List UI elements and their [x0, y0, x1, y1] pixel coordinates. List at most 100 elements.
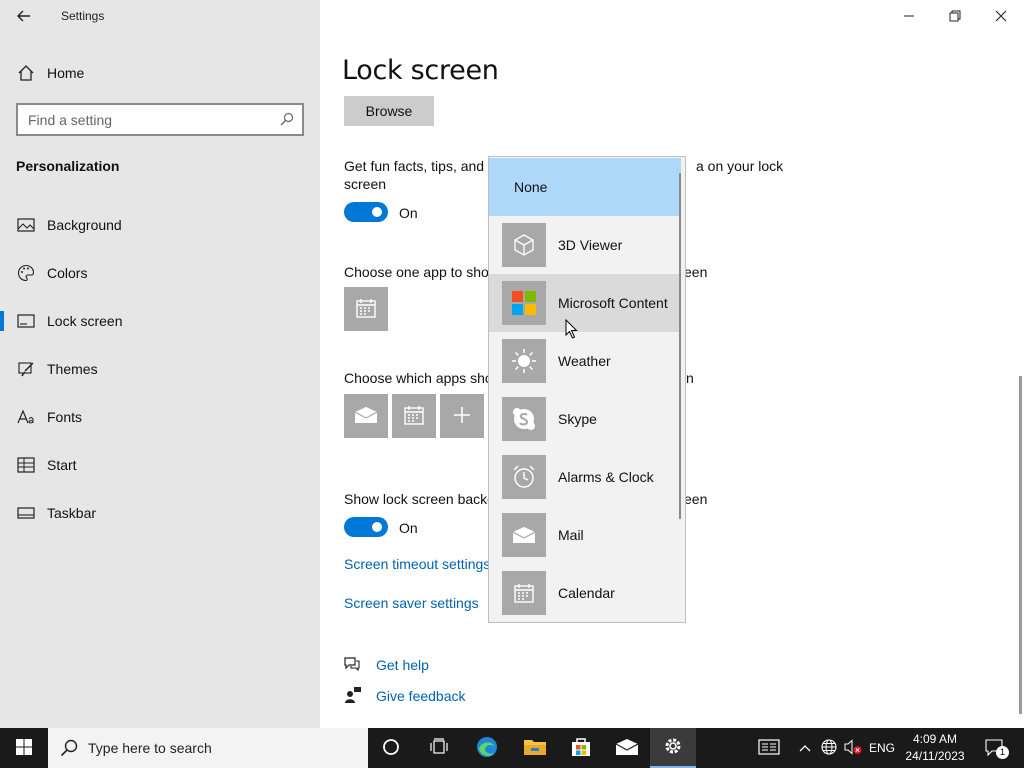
- flyout-scrollbar[interactable]: [679, 173, 681, 519]
- skype-icon: [502, 397, 546, 441]
- start-grid-icon: [16, 455, 36, 475]
- flyout-item-label: Skype: [558, 411, 597, 427]
- fun-facts-toggle[interactable]: [344, 202, 388, 222]
- flyout-item-label: None: [514, 179, 548, 195]
- detailed-status-app-tile[interactable]: [344, 287, 388, 331]
- notification-icon: 1: [985, 739, 1009, 759]
- back-arrow-icon[interactable]: [10, 6, 38, 26]
- action-center-button[interactable]: 1: [978, 728, 1012, 768]
- browse-button[interactable]: Browse: [344, 96, 434, 126]
- font-icon: [16, 407, 36, 427]
- cortana-icon: [382, 738, 400, 759]
- news-tray-button[interactable]: [752, 728, 786, 768]
- quick-status-mail-tile[interactable]: [344, 394, 388, 438]
- start-button[interactable]: [0, 728, 48, 768]
- quick-status-add-tile[interactable]: [440, 394, 484, 438]
- flyout-item-skype[interactable]: Skype: [489, 390, 681, 448]
- restore-button[interactable]: [932, 0, 978, 32]
- show-hidden-icons-button[interactable]: [794, 728, 816, 768]
- minimize-button[interactable]: [886, 0, 932, 32]
- sidebar-item-background[interactable]: Background: [0, 205, 320, 245]
- mail-icon: [354, 406, 378, 427]
- screen-saver-link[interactable]: Screen saver settings: [344, 595, 479, 611]
- volume-tray-button[interactable]: [842, 728, 864, 768]
- brush-icon: [16, 359, 36, 379]
- flyout-item-none[interactable]: None: [489, 158, 681, 216]
- feedback-icon: [344, 686, 362, 707]
- show-background-toggle-label: On: [399, 520, 418, 536]
- sidebar-item-colors[interactable]: Colors: [0, 253, 320, 293]
- flyout-item-label: Weather: [558, 353, 611, 369]
- task-view-button[interactable]: [416, 728, 462, 768]
- flyout-item-3d-viewer[interactable]: 3D Viewer: [489, 216, 681, 274]
- fun-facts-text: Get fun facts, tips, and m: [344, 158, 500, 174]
- sidebar: Settings Home Personalization Background…: [0, 0, 320, 728]
- volume-muted-icon: [844, 738, 862, 758]
- lock-screen-icon: [16, 311, 36, 331]
- cortana-button[interactable]: [368, 728, 414, 768]
- get-help-link[interactable]: Get help: [376, 657, 429, 673]
- flyout-item-label: Mail: [558, 527, 584, 543]
- gear-icon: [662, 735, 684, 760]
- task-view-icon: [429, 737, 449, 759]
- search-input[interactable]: [28, 111, 268, 128]
- flyout-item-alarms-clock[interactable]: Alarms & Clock: [489, 448, 681, 506]
- window-controls: [886, 0, 1024, 32]
- language-indicator[interactable]: ENG: [866, 728, 898, 768]
- folder-icon: [523, 737, 547, 760]
- taskbar-search-placeholder: Type here to search: [88, 740, 212, 756]
- file-explorer-taskbar-button[interactable]: [512, 728, 558, 768]
- store-icon: [570, 736, 592, 761]
- sidebar-item-label: Fonts: [47, 409, 83, 425]
- one-app-text: Choose one app to sho: [344, 264, 489, 280]
- one-app-text-continued: een: [684, 264, 708, 280]
- taskbar-search-box[interactable]: Type here to search: [48, 728, 368, 768]
- network-tray-button[interactable]: [818, 728, 840, 768]
- fun-facts-toggle-label: On: [399, 205, 418, 221]
- give-feedback-link[interactable]: Give feedback: [376, 688, 466, 704]
- settings-taskbar-button[interactable]: [650, 728, 696, 768]
- sidebar-item-label: Lock screen: [47, 313, 123, 329]
- search-icon[interactable]: [280, 112, 294, 129]
- cube-icon: [502, 223, 546, 267]
- flyout-item-label: Calendar: [558, 585, 615, 601]
- sidebar-item-fonts[interactable]: Fonts: [0, 397, 320, 437]
- page-title: Lock screen: [342, 55, 499, 86]
- edge-icon: [475, 735, 499, 762]
- flyout-item-label: Alarms & Clock: [558, 469, 654, 485]
- sidebar-item-label: Themes: [47, 361, 98, 377]
- sidebar-item-lock-screen[interactable]: Lock screen: [0, 301, 320, 341]
- show-background-toggle[interactable]: [344, 517, 388, 537]
- quick-status-calendar-tile[interactable]: [392, 394, 436, 438]
- mail-icon: [615, 738, 639, 759]
- sidebar-item-label: Taskbar: [47, 505, 97, 521]
- main-scrollbar[interactable]: [1019, 376, 1022, 714]
- sidebar-item-label: Background: [47, 217, 122, 233]
- show-background-text-continued: een: [684, 491, 708, 507]
- sidebar-item-themes[interactable]: Themes: [0, 349, 320, 389]
- clock-date: 24/11/2023: [905, 749, 965, 763]
- microsoft-logo-icon: [502, 281, 546, 325]
- close-button[interactable]: [978, 0, 1024, 32]
- fun-facts-text-line2: screen: [344, 176, 387, 192]
- screen-timeout-link[interactable]: Screen timeout settings: [344, 556, 490, 572]
- flyout-item-weather[interactable]: Weather: [489, 332, 681, 390]
- store-taskbar-button[interactable]: [558, 728, 604, 768]
- sidebar-item-home[interactable]: Home: [0, 53, 320, 93]
- sidebar-item-start[interactable]: Start: [0, 445, 320, 485]
- flyout-item-calendar[interactable]: Calendar: [489, 564, 681, 622]
- sidebar-item-taskbar[interactable]: Taskbar: [0, 493, 320, 533]
- sidebar-item-label: Home: [47, 65, 85, 81]
- sidebar-item-label: Colors: [47, 265, 88, 281]
- taskbar-clock[interactable]: 4:09 AM 24/11/2023: [900, 731, 970, 765]
- flyout-item-mail[interactable]: Mail: [489, 506, 681, 564]
- calendar-icon: [355, 297, 377, 322]
- flyout-item-label: 3D Viewer: [558, 237, 623, 253]
- calendar-icon: [403, 404, 425, 429]
- edge-taskbar-button[interactable]: [464, 728, 510, 768]
- image-icon: [16, 215, 36, 235]
- search-field[interactable]: [16, 103, 304, 136]
- mail-taskbar-button[interactable]: [604, 728, 650, 768]
- sun-icon: [502, 339, 546, 383]
- flyout-item-microsoft-content[interactable]: Microsoft Content: [489, 274, 681, 332]
